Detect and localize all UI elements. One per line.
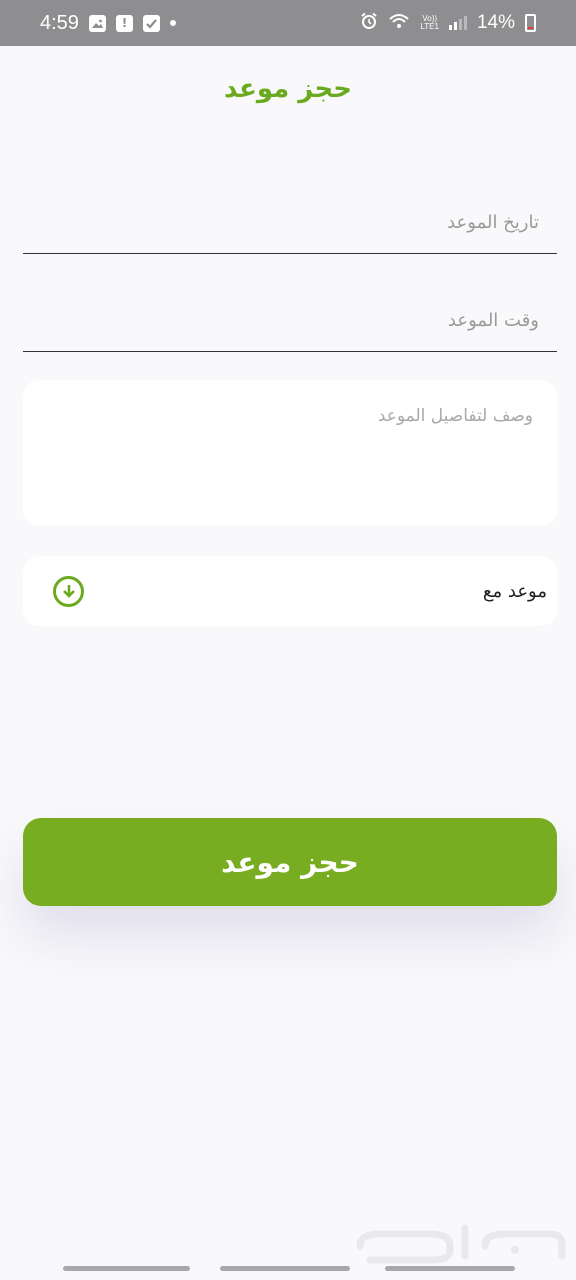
volte-bottom-text: LTE1 xyxy=(420,22,439,31)
battery-percent: 14% xyxy=(476,12,515,33)
haraj-watermark-logo xyxy=(350,1216,570,1266)
appointment-date-field xyxy=(23,192,557,254)
navigation-gesture-bar xyxy=(0,1264,576,1272)
battery-icon xyxy=(525,14,536,32)
appointment-time-field xyxy=(23,290,557,352)
appointment-description-input[interactable] xyxy=(23,380,557,526)
appointment-time-input[interactable] xyxy=(23,290,557,351)
gesture-segment-left[interactable] xyxy=(63,1266,190,1271)
gesture-segment-center[interactable] xyxy=(220,1266,350,1271)
alert-icon: ! xyxy=(115,14,133,32)
dot-icon xyxy=(169,20,176,26)
volte-icon: Vo)) LTE1 xyxy=(420,15,439,31)
gallery-icon xyxy=(88,14,106,32)
book-appointment-button[interactable]: حجز موعد xyxy=(23,818,557,906)
gesture-segment-right[interactable] xyxy=(385,1266,515,1271)
download-circle-icon xyxy=(53,575,84,607)
appointment-with-label: موعد مع xyxy=(482,580,547,602)
appointment-date-input[interactable] xyxy=(23,192,557,253)
wifi-icon xyxy=(388,12,410,34)
status-bar-right: Vo)) LTE1 14% xyxy=(360,12,536,34)
status-time: 4:59 xyxy=(40,11,79,34)
app-screen: 4:59 ! Vo)) LTE1 14% حجز موعد تاريخ المو… xyxy=(0,0,576,1280)
appointment-with-selector[interactable]: موعد مع xyxy=(23,556,557,626)
battery-level-fill xyxy=(528,27,533,29)
alarm-icon xyxy=(360,12,378,34)
page-title: حجز موعد xyxy=(224,74,352,104)
status-bar-left: 4:59 ! xyxy=(40,12,176,35)
appointment-description-card xyxy=(23,380,557,526)
status-bar: 4:59 ! Vo)) LTE1 14% xyxy=(0,0,576,46)
check-icon xyxy=(142,14,160,32)
signal-icon xyxy=(448,16,467,30)
